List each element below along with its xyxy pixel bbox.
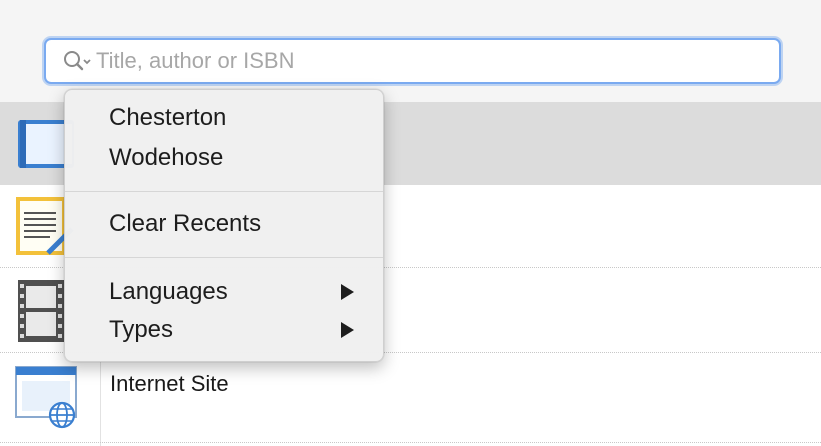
submenu-arrow-icon [341,284,354,300]
menu-item-label: Languages [109,278,228,305]
menu-separator [65,257,383,258]
search-field[interactable] [44,38,781,84]
menu-item-label: Types [109,316,174,343]
menu-item-recent-chesterton[interactable]: Chesterton [65,100,383,136]
menu-item-label: Wodehose [109,144,224,171]
row-label-internet-site: Internet Site [110,371,229,396]
toolbar [0,0,821,102]
table-row[interactable]: Internet Site [0,353,821,443]
web-page-globe-icon [14,365,80,436]
menu-item-label: Clear Recents [109,210,262,237]
submenu-arrow-icon [341,322,354,338]
menu-separator [65,191,383,192]
app-window: Internet Site Chesterton Wodehose Clear … [0,0,821,446]
menu-item-types[interactable]: Types [65,312,383,348]
menu-item-recent-wodehose[interactable]: Wodehose [65,140,383,176]
menu-item-clear-recents[interactable]: Clear Recents [65,206,383,242]
search-menu-icon[interactable] [58,40,100,82]
search-recents-menu: Chesterton Wodehose Clear Recents Langua… [64,89,384,362]
menu-item-label: Chesterton [109,104,227,131]
search-input[interactable] [96,43,736,79]
menu-item-languages[interactable]: Languages [65,274,383,310]
